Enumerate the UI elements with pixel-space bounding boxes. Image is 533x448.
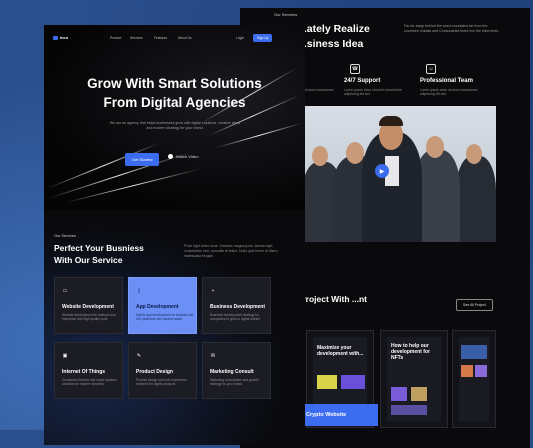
card-desc: Connected devices and smart systems solu… xyxy=(62,378,117,387)
service-card-app[interactable]: ▯ App Development Mobile app development… xyxy=(128,277,197,334)
service-card-product-design[interactable]: ✎ Product Design Product design and user… xyxy=(128,342,197,399)
logo-icon xyxy=(53,35,58,40)
hero-title-line2: From Digital Agencies xyxy=(103,95,246,110)
hero-title: Grow With Smart Solutions From Digital A… xyxy=(44,74,305,112)
card-title: Internet Of Things xyxy=(62,369,106,375)
nav-services[interactable]: Services xyxy=(130,36,143,40)
feature-title: 24/7 Support xyxy=(344,78,381,84)
brand-logo[interactable]: Inco xyxy=(53,35,68,40)
service-card-marketing[interactable]: ✉ Marketing Consult Marketing consultati… xyxy=(202,342,271,399)
card-desc: Mobile app development for Android and i… xyxy=(136,313,194,322)
feature-desc: Lorem ipsum dolor sit amet consectetur a… xyxy=(420,88,478,97)
back-heading: ...ately Realize ...siness Idea xyxy=(298,23,370,50)
feature-item: ☎ 24/7 Support Lorem ipsum dolor sit ame… xyxy=(344,64,414,97)
play-button[interactable]: ▶ xyxy=(375,164,389,178)
front-page-preview: Inco Product Services Features About Us … xyxy=(44,25,305,445)
signup-button[interactable]: Sign Up xyxy=(253,34,273,42)
projects-heading: Project With ...nt xyxy=(300,294,367,304)
phone-icon: ▯ xyxy=(137,288,141,294)
headset-icon: ☎ xyxy=(350,64,360,74)
chat-icon: ✉ xyxy=(210,353,216,359)
hero-title-line1: Grow With Smart Solutions xyxy=(87,76,262,91)
nav-features[interactable]: Features xyxy=(154,36,167,40)
feature-item: ☺ Professional Team Lorem ipsum dolor si… xyxy=(420,64,490,97)
nav-product[interactable]: Product xyxy=(110,36,121,40)
service-card-iot[interactable]: ▣ Internet Of Things Connected devices a… xyxy=(54,342,123,399)
feature-desc: Lorem ipsum dolor sit amet consectetur a… xyxy=(344,88,402,97)
team-photo: ▶ xyxy=(302,106,496,242)
card-desc: Product design and user experience resea… xyxy=(136,378,188,387)
monitor-icon: ▭ xyxy=(62,288,68,294)
hero-subtitle: We are an agency that helps businesses g… xyxy=(109,121,241,130)
card-desc: Website development for startups and ent… xyxy=(62,313,116,322)
project-text: How to help our development for NFTs xyxy=(391,343,430,361)
card-title: Product Design xyxy=(136,369,173,375)
team-icon: ☺ xyxy=(426,64,436,74)
back-section-tag: Our Services xyxy=(274,12,298,17)
project-text: Maximize your development with... xyxy=(317,345,364,357)
pen-icon: ✎ xyxy=(136,353,142,359)
services-section: Our Services Perfect Your Busniess With … xyxy=(44,210,305,445)
card-title: Business Development xyxy=(210,304,266,310)
services-title: Perfect Your Busniess With Our Service xyxy=(54,243,144,265)
get-started-button[interactable]: Get Started xyxy=(125,153,160,166)
play-icon: ▶ xyxy=(379,168,385,175)
service-card-website[interactable]: ▭ Website Development Website developmen… xyxy=(54,277,123,334)
chip-icon: ▣ xyxy=(62,353,68,359)
login-link[interactable]: Login xyxy=(236,36,244,40)
card-title: App Development xyxy=(136,304,179,310)
project-card[interactable]: How to help our development for NFTs xyxy=(380,330,448,428)
card-desc: Marketing consultation and growth strate… xyxy=(210,378,259,387)
crypto-website-card[interactable]: Crypto Website xyxy=(300,404,378,426)
card-title: Website Development xyxy=(62,304,114,310)
hero-section: Inco Product Services Features About Us … xyxy=(44,25,305,210)
watch-video-link[interactable]: Watch Video xyxy=(168,154,198,160)
card-title: Marketing Consult xyxy=(210,369,254,375)
top-nav: Inco Product Services Features About Us … xyxy=(44,34,305,45)
briefcase-icon: ▪ xyxy=(212,288,214,294)
services-tag: Our Services xyxy=(54,234,76,238)
services-description: Proin eget tortor risus. Vivamus magna j… xyxy=(184,244,278,258)
nav-about[interactable]: About Us xyxy=(178,36,192,40)
play-circle-icon xyxy=(168,154,173,160)
service-card-business[interactable]: ▪ Business Development Business developm… xyxy=(202,277,271,334)
back-description: Far far away behind the word mountains f… xyxy=(404,24,500,33)
feature-title: Professional Team xyxy=(420,78,473,84)
see-all-projects-button[interactable]: See All Project xyxy=(456,299,493,311)
project-card[interactable] xyxy=(452,330,496,428)
card-desc: Business development strategy for compan… xyxy=(210,313,260,322)
